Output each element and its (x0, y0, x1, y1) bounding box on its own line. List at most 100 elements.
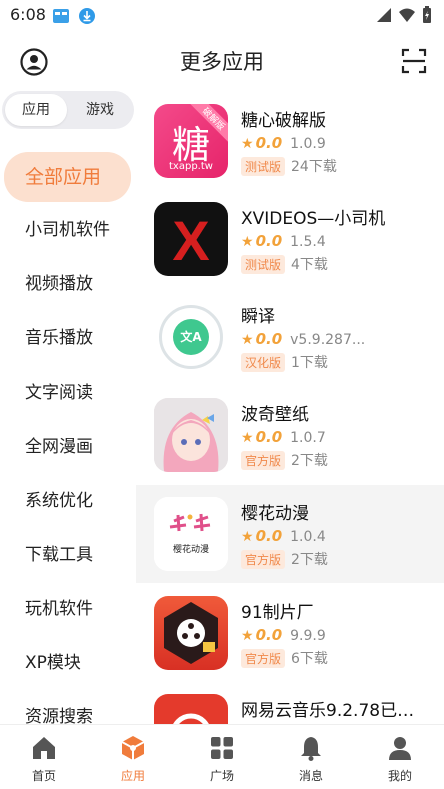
nav-home-label: 首页 (31, 769, 56, 783)
nav-profile-label: 我的 (387, 769, 412, 783)
app-name: 网易云音乐9.2.78已… (241, 701, 415, 721)
app-icon-91-studio (154, 596, 228, 670)
app-tags: 测试版 4下载 (241, 254, 328, 274)
home-icon (33, 737, 55, 759)
apps-cube-icon (121, 736, 145, 760)
app-list-item[interactable]: X XVIDEOS—小司机 ★ 0.0 1.5.4 测试版 4下载 (136, 190, 444, 288)
app-meta: ★ 0.0 1.5.4 (241, 232, 326, 250)
app-list-item[interactable]: 糖 txapp.tw 破解版 糖心破解版 ★ 0.0 1.0.9 测试版 24下载 (136, 92, 444, 190)
status-bar: 6:08 (0, 0, 444, 32)
tab-apps[interactable]: 应用 (5, 94, 67, 126)
app-icon-netease-music (154, 694, 228, 724)
star-icon: ★ (241, 430, 254, 446)
app-version: 1.0.4 (290, 529, 326, 545)
app-name: 91制片厂 (241, 603, 314, 623)
app-list: 糖 txapp.tw 破解版 糖心破解版 ★ 0.0 1.0.9 测试版 24下载 X… (136, 92, 444, 724)
app-build-tag: 官方版 (241, 649, 286, 668)
app-rating: 0.0 (255, 232, 283, 250)
app-tags: 汉化版 1下载 (241, 352, 328, 372)
sidebar-item-xp-modules[interactable]: XP模块 (0, 638, 136, 688)
app-version: v5.9.287... (290, 332, 366, 348)
app-download-count: 1下载 (291, 355, 328, 371)
wifi-icon (399, 8, 415, 22)
netease-music-logo (173, 713, 209, 724)
app-list-item[interactable]: 波奇壁纸 ★ 0.0 1.0.7 官方版 2下载 (136, 386, 444, 484)
app-icon-tangxin: 糖 txapp.tw 破解版 (154, 104, 228, 178)
nav-home[interactable]: 首页 (0, 725, 88, 789)
app-name: 樱花动漫 (241, 504, 309, 524)
app-name: 瞬译 (241, 307, 275, 327)
nav-square[interactable]: 广场 (178, 725, 266, 789)
app-rating: 0.0 (255, 428, 283, 446)
app-tags: 官方版 2下载 (241, 450, 328, 470)
sakura-logo (154, 497, 228, 571)
translate-icon: 文A (173, 319, 209, 355)
bell-icon (301, 737, 321, 761)
app-list-item[interactable]: 网易云音乐9.2.78已… (136, 682, 444, 724)
battery-icon (423, 6, 431, 23)
app-name: XVIDEOS—小司机 (241, 209, 386, 229)
app-rating: 0.0 (255, 527, 283, 545)
app-list-item[interactable]: 91制片厂 ★ 0.0 9.9.9 官方版 6下载 (136, 584, 444, 682)
app-tags: 测试版 24下载 (241, 156, 337, 176)
app-version: 9.9.9 (290, 628, 326, 644)
app-tags: 官方版 2下载 (241, 549, 328, 569)
bottom-navigation: 首页 应用 广场 消息 我的 (0, 724, 444, 789)
star-icon: ★ (241, 529, 254, 545)
app-icon-glyph: X (172, 209, 210, 272)
app-meta: ★ 0.0 v5.9.287... (241, 330, 365, 348)
sidebar-item-system-optimization[interactable]: 系统优化 (0, 476, 136, 526)
page-title: 更多应用 (180, 50, 264, 74)
app-download-count: 2下载 (291, 453, 328, 469)
app-version: 1.0.7 (290, 430, 326, 446)
person-icon (389, 737, 411, 760)
app-tags: 官方版 6下载 (241, 648, 328, 668)
sidebar-item-comics[interactable]: 全网漫画 (0, 422, 136, 472)
app-download-count: 4下载 (291, 257, 328, 273)
app-download-count: 24下载 (291, 159, 337, 175)
app-list-item[interactable]: 樱花动漫 樱花动漫 ★ 0.0 1.0.4 官方版 2下载 (136, 485, 444, 583)
app-download-count: 2下载 (291, 552, 328, 568)
sidebar-item-video[interactable]: 视频播放 (0, 259, 136, 309)
sidebar-item-driver-software[interactable]: 小司机软件 (0, 205, 136, 255)
sidebar-item-resource-search[interactable]: 资源搜索 (0, 692, 136, 724)
app-icon-sakura-anime: 樱花动漫 (154, 497, 228, 571)
sidebar-item-reading[interactable]: 文字阅读 (0, 368, 136, 418)
sidebar-item-download-tools[interactable]: 下载工具 (0, 530, 136, 580)
app-meta: ★ 0.0 1.0.9 (241, 134, 326, 152)
app-build-tag: 官方版 (241, 451, 286, 470)
status-time: 6:08 (10, 5, 46, 24)
app-list-item[interactable]: 文A 瞬译 ★ 0.0 v5.9.287... 汉化版 1下载 (136, 288, 444, 386)
app-icon-caption: txapp.tw (169, 161, 213, 172)
app-name: 波奇壁纸 (241, 405, 309, 425)
app-name: 糖心破解版 (241, 111, 326, 131)
app-rating: 0.0 (255, 330, 283, 348)
sidebar-item-music[interactable]: 音乐播放 (0, 313, 136, 363)
scan-icon[interactable] (400, 47, 428, 75)
sidebar-item-phone-tweaks[interactable]: 玩机软件 (0, 584, 136, 634)
nav-profile[interactable]: 我的 (356, 725, 444, 789)
tab-games[interactable]: 游戏 (69, 94, 131, 126)
app-build-tag: 官方版 (241, 550, 286, 569)
star-icon: ★ (241, 628, 254, 644)
nav-messages-label: 消息 (298, 769, 323, 783)
nav-messages[interactable]: 消息 (267, 725, 355, 789)
app-rating: 0.0 (255, 626, 283, 644)
app-icon-shunyi: 文A (154, 300, 228, 374)
app-version: 1.5.4 (290, 234, 326, 250)
sidebar-item-all-apps[interactable]: 全部应用 (4, 152, 131, 202)
app-meta: ★ 0.0 1.0.7 (241, 428, 326, 446)
app-rating: 0.0 (255, 134, 283, 152)
app-version: 1.0.9 (290, 136, 326, 152)
app-meta: ★ 0.0 1.0.4 (241, 527, 326, 545)
top-app-bar: 更多应用 (0, 32, 444, 88)
app-build-tag: 汉化版 (241, 353, 286, 372)
app-icon-xvideos: X (154, 202, 228, 276)
nav-apps-label: 应用 (120, 769, 145, 783)
app-icon-caption: 樱花动漫 (172, 545, 209, 555)
film-reel-icon (164, 602, 218, 664)
star-icon: ★ (241, 332, 254, 348)
anime-girl-illustration (154, 398, 228, 472)
nav-apps[interactable]: 应用 (89, 725, 177, 789)
app-game-segmented-control: 应用 游戏 (2, 91, 134, 129)
